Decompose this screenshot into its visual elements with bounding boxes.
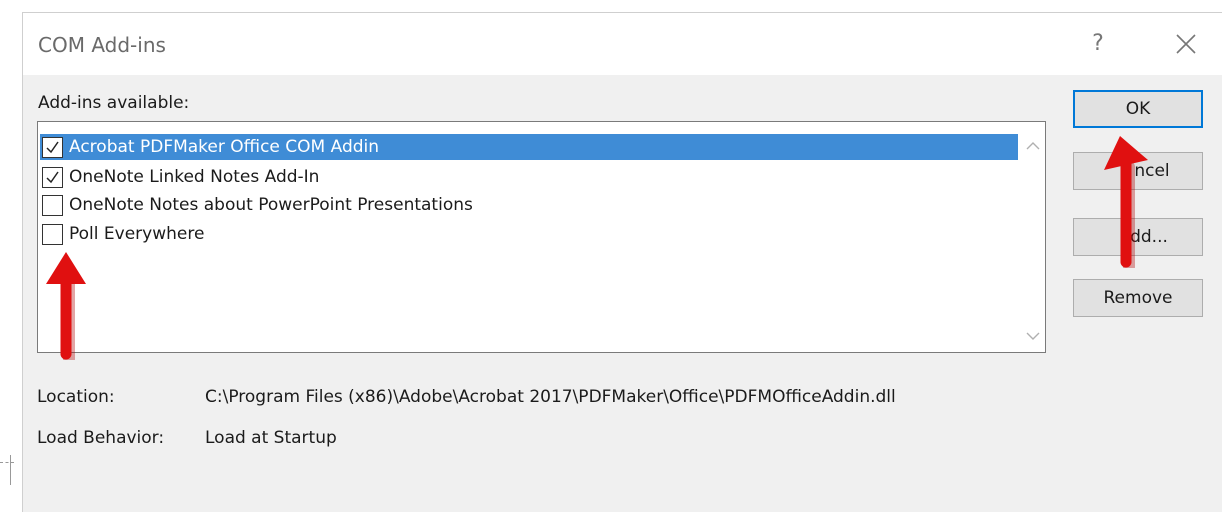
list-item-onenote-powerpoint[interactable]: OneNote Notes about PowerPoint Presentat… xyxy=(40,192,1018,218)
edge-divider xyxy=(10,455,11,485)
help-button[interactable]: ? xyxy=(1083,27,1113,61)
checkbox-onenote-powerpoint[interactable] xyxy=(42,194,63,216)
ok-button[interactable]: OK xyxy=(1073,90,1203,128)
chevron-down-icon[interactable] xyxy=(1025,329,1041,343)
list-item-label: Poll Everywhere xyxy=(69,224,205,244)
remove-button[interactable]: Remove xyxy=(1073,279,1203,317)
red-arrow-annotation-left xyxy=(46,252,86,360)
addins-listbox[interactable]: Acrobat PDFMaker Office COM Addin OneNot… xyxy=(37,121,1046,353)
checkmark-icon xyxy=(46,141,59,153)
chevron-up-icon[interactable] xyxy=(1025,139,1041,153)
list-item-label: Acrobat PDFMaker Office COM Addin xyxy=(69,137,380,157)
com-addins-dialog: COM Add-ins ? Add-ins available: Acrobat… xyxy=(22,12,1222,512)
load-behavior-value: Load at Startup xyxy=(205,428,337,448)
list-item-acrobat[interactable]: Acrobat PDFMaker Office COM Addin xyxy=(40,134,1018,160)
checkbox-poll-everywhere[interactable] xyxy=(42,223,63,245)
list-scrollbar[interactable] xyxy=(1022,123,1044,351)
checkmark-icon xyxy=(46,171,59,183)
dialog-title: COM Add-ins xyxy=(38,33,166,57)
title-bar: COM Add-ins ? xyxy=(23,13,1222,75)
location-value: C:\Program Files (x86)\Adobe\Acrobat 201… xyxy=(205,387,896,407)
list-item-label: OneNote Notes about PowerPoint Presentat… xyxy=(69,195,473,215)
checkbox-acrobat[interactable] xyxy=(42,136,63,158)
checkbox-onenote-linked[interactable] xyxy=(42,166,63,188)
page-background xyxy=(0,0,1222,10)
list-item-label: OneNote Linked Notes Add-In xyxy=(69,167,320,187)
edge-dashed-line xyxy=(0,462,14,464)
red-arrow-annotation-right xyxy=(1104,136,1148,268)
load-behavior-label: Load Behavior: xyxy=(37,428,165,448)
location-label: Location: xyxy=(37,387,115,407)
addins-available-label: Add-ins available: xyxy=(38,93,190,113)
list-item-onenote-linked[interactable]: OneNote Linked Notes Add-In xyxy=(40,164,1018,190)
close-icon xyxy=(1176,34,1196,54)
close-button[interactable] xyxy=(1169,27,1203,61)
list-item-poll-everywhere[interactable]: Poll Everywhere xyxy=(40,221,1018,247)
